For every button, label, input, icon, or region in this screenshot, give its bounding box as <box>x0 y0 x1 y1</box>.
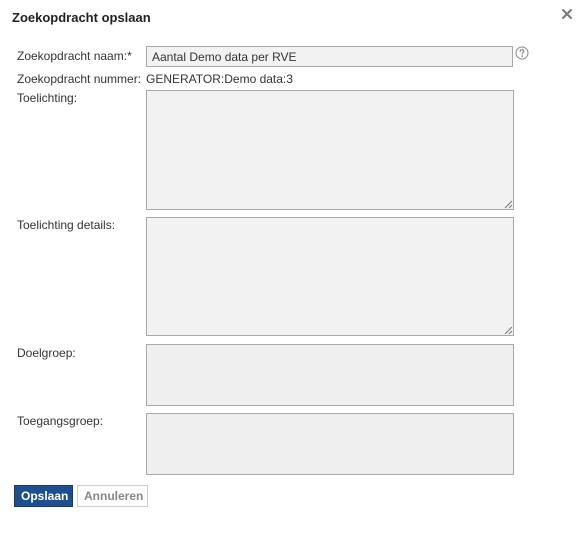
target-group-label: Doelgroep: <box>17 346 76 360</box>
cancel-button[interactable]: Annuleren <box>77 485 148 507</box>
close-icon[interactable] <box>560 7 574 21</box>
explanation-textarea[interactable] <box>146 90 514 210</box>
save-button[interactable]: Opslaan <box>14 485 73 507</box>
resize-grip-icon[interactable] <box>504 326 513 335</box>
dialog-title: Zoekopdracht opslaan <box>12 10 151 25</box>
search-name-label: Zoekopdracht naam:* <box>17 49 132 63</box>
access-group-field[interactable] <box>146 413 514 475</box>
help-icon[interactable] <box>515 46 529 60</box>
search-name-input[interactable] <box>146 46 513 67</box>
explanation-details-textarea[interactable] <box>146 217 514 336</box>
explanation-label: Toelichting: <box>17 91 78 105</box>
target-group-field[interactable] <box>146 344 514 406</box>
search-number-label: Zoekopdracht nummer: <box>17 72 142 86</box>
search-number-value: GENERATOR:Demo data:3 <box>146 72 293 86</box>
access-group-label: Toegangsgroep: <box>17 414 104 428</box>
resize-grip-icon[interactable] <box>504 200 513 209</box>
save-search-dialog: Zoekopdracht opslaan Zoekopdracht naam:*… <box>0 0 578 546</box>
explanation-details-label: Toelichting details: <box>17 218 116 232</box>
